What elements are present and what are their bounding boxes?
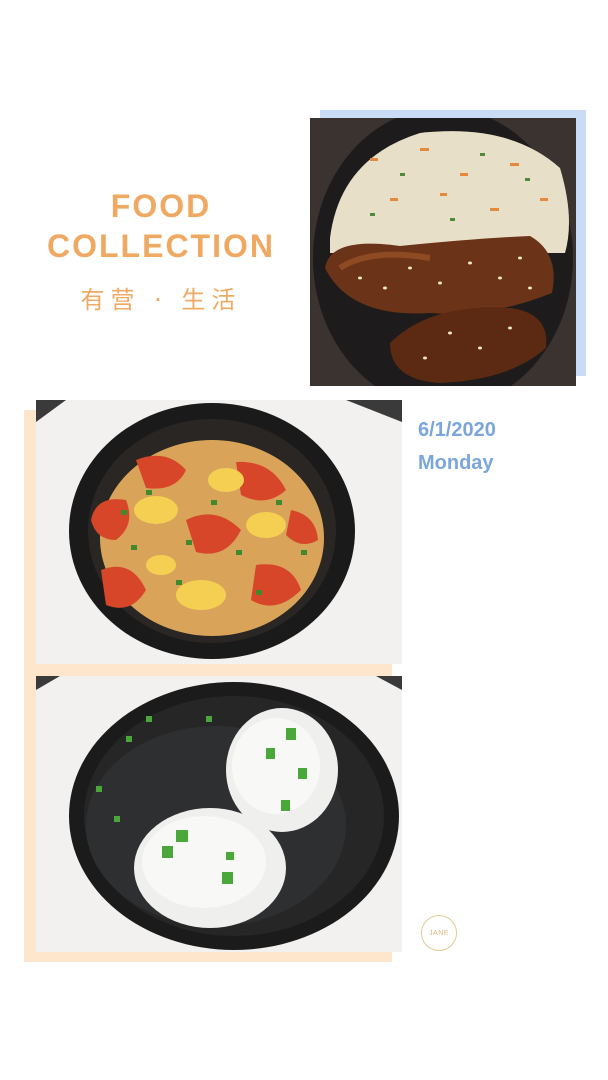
photo-rice-chicken-wings — [310, 118, 576, 386]
photo-rice-balls-soup — [36, 676, 402, 952]
date-label: 6/1/2020 — [418, 419, 496, 441]
subtitle: 有营 · 生活 — [80, 286, 242, 314]
jane-stamp-logo: JANE — [421, 915, 457, 951]
title-collection: COLLECTION — [47, 228, 275, 264]
rice-chicken-illustration — [310, 118, 576, 386]
photo-tomato-egg — [36, 400, 402, 664]
weekday-label: Monday — [418, 452, 494, 474]
rice-balls-illustration — [36, 676, 402, 952]
tomato-egg-illustration — [36, 400, 402, 664]
title-food: FOOD — [110, 188, 212, 224]
